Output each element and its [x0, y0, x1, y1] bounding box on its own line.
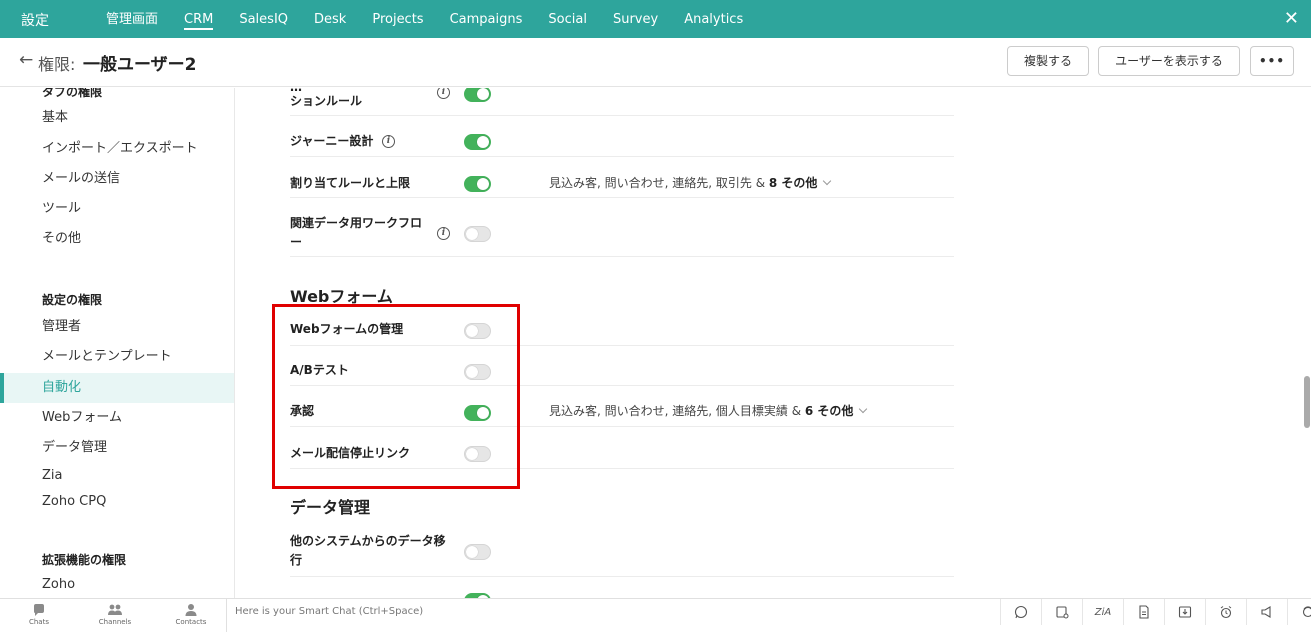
- nav-desk[interactable]: Desk: [301, 0, 359, 38]
- permission-toggle[interactable]: [464, 176, 491, 192]
- chats-button[interactable]: Chats: [14, 603, 64, 626]
- bottom-bar: Chats Channels Contacts Here is your Sma…: [0, 598, 1311, 632]
- permission-row: 割り当てルールと上限 見込み客, 問い合わせ, 連絡先, 取引先 & 8 その他: [290, 157, 954, 198]
- more-modules[interactable]: 8 その他: [769, 176, 818, 190]
- nav-social[interactable]: Social: [535, 0, 600, 38]
- permission-label: 他のシステムからのデータ移: [290, 534, 446, 548]
- breadcrumb: 権限:: [38, 55, 76, 74]
- document-icon[interactable]: [1123, 599, 1164, 625]
- contact-person-icon: [185, 604, 197, 616]
- page-header: ← 権限: 一般ユーザー2 複製する ユーザーを表示する •••: [0, 38, 1311, 87]
- permission-label-cont: 行: [290, 553, 303, 567]
- show-users-button[interactable]: ユーザーを表示する: [1098, 46, 1240, 76]
- nav-projects[interactable]: Projects: [359, 0, 436, 38]
- announcement-icon[interactable]: [1246, 599, 1287, 625]
- sidebar-item-basic[interactable]: 基本: [0, 103, 234, 133]
- highlight-box: [272, 304, 520, 489]
- permission-toggle[interactable]: [464, 88, 491, 102]
- nav-admin[interactable]: 管理画面: [106, 0, 171, 38]
- info-icon[interactable]: i: [382, 135, 395, 148]
- chats-label: Chats: [28, 618, 49, 626]
- more-modules[interactable]: 6 その他: [805, 404, 854, 418]
- call-settings-icon[interactable]: [1041, 599, 1082, 625]
- permission-label: 割り当てルールと上限: [290, 176, 411, 190]
- contacts-button[interactable]: Contacts: [166, 603, 216, 626]
- sidebar: タブの権限 基本 インポート／エクスポート メールの送信 ツール その他 設定の…: [0, 88, 235, 598]
- sidebar-item-data-management[interactable]: データ管理: [0, 433, 234, 463]
- users-group-icon: [108, 604, 122, 615]
- zia-icon[interactable]: ZiA: [1082, 599, 1123, 625]
- sidebar-item-webforms[interactable]: Webフォーム: [0, 403, 234, 433]
- info-icon[interactable]: i: [437, 227, 450, 240]
- sidebar-item-admin[interactable]: 管理者: [0, 312, 234, 342]
- nav-analytics[interactable]: Analytics: [671, 0, 756, 38]
- scrollbar-thumb[interactable]: [1304, 376, 1310, 428]
- module-list[interactable]: 見込み客, 問い合わせ, 連絡先, 個人目標実績 & 6 その他: [549, 402, 868, 419]
- footer-tools: ZiA: [1000, 599, 1311, 632]
- permission-label: ションルール: [290, 94, 363, 108]
- sidebar-section-title: 設定の権限: [42, 293, 103, 307]
- permission-toggle[interactable]: [464, 134, 491, 150]
- permission-label-cont: ー: [290, 235, 303, 249]
- permission-toggle[interactable]: [464, 544, 491, 560]
- sidebar-item-import-export[interactable]: インポート／エクスポート: [0, 134, 234, 164]
- section-title-data-management: データ管理: [290, 498, 371, 517]
- sidebar-section-title: タブの権限: [42, 88, 103, 99]
- settings-title: 設定: [21, 13, 49, 29]
- top-bar: 設定 管理画面 CRM SalesIQ Desk Projects Campai…: [0, 0, 1311, 38]
- permission-row-partial: [290, 578, 954, 598]
- nav-salesiq[interactable]: SalesIQ: [226, 0, 301, 38]
- more-options-button[interactable]: •••: [1250, 46, 1294, 76]
- whatsapp-icon[interactable]: [1000, 599, 1041, 625]
- sidebar-item-mail-templates[interactable]: メールとテンプレート: [0, 342, 234, 372]
- chat-bubble-icon: [34, 604, 44, 616]
- close-icon[interactable]: ✕: [1284, 9, 1299, 29]
- channels-button[interactable]: Channels: [90, 603, 140, 626]
- back-arrow-icon[interactable]: ←: [19, 50, 33, 70]
- contacts-label: Contacts: [175, 618, 207, 626]
- nav-survey[interactable]: Survey: [600, 0, 671, 38]
- top-nav: 管理画面 CRM SalesIQ Desk Projects Campaigns…: [106, 0, 756, 38]
- chevron-down-icon[interactable]: [859, 404, 868, 414]
- info-icon[interactable]: i: [437, 88, 450, 99]
- permission-row: 関連データ用ワークフロ ー i: [290, 198, 954, 257]
- module-list[interactable]: 見込み客, 問い合わせ, 連絡先, 取引先 & 8 その他: [549, 174, 832, 191]
- nav-campaigns[interactable]: Campaigns: [437, 0, 536, 38]
- download-icon[interactable]: [1164, 599, 1205, 625]
- chevron-down-icon[interactable]: [823, 176, 832, 186]
- sidebar-item-send-mail[interactable]: メールの送信: [0, 164, 234, 194]
- permission-label: 関連データ用ワークフロ: [290, 216, 423, 230]
- sidebar-item-zoho[interactable]: Zoho: [0, 570, 234, 598]
- sidebar-section-title: 拡張機能の権限: [42, 553, 127, 567]
- copy-button[interactable]: 複製する: [1007, 46, 1089, 76]
- permission-row: ジャーニー設計 i: [290, 116, 954, 157]
- alarm-icon[interactable]: [1205, 599, 1246, 625]
- support-icon[interactable]: [1287, 599, 1311, 625]
- page-title: 一般ユーザー2: [83, 55, 197, 75]
- sidebar-item-tools[interactable]: ツール: [0, 194, 234, 224]
- permission-row: 他のシステムからのデータ移 行: [290, 520, 954, 577]
- sidebar-item-zoho-cpq[interactable]: Zoho CPQ: [0, 487, 234, 517]
- sidebar-item-other[interactable]: その他: [0, 224, 234, 254]
- smart-chat-input[interactable]: Here is your Smart Chat (Ctrl+Space): [226, 599, 1000, 632]
- permission-row: … ションルール i: [290, 88, 954, 116]
- nav-crm[interactable]: CRM: [171, 0, 226, 38]
- channels-label: Channels: [98, 618, 132, 626]
- permission-label: ジャーニー設計: [290, 134, 374, 148]
- permission-toggle[interactable]: [464, 226, 491, 242]
- sidebar-item-automation[interactable]: 自動化: [0, 373, 234, 403]
